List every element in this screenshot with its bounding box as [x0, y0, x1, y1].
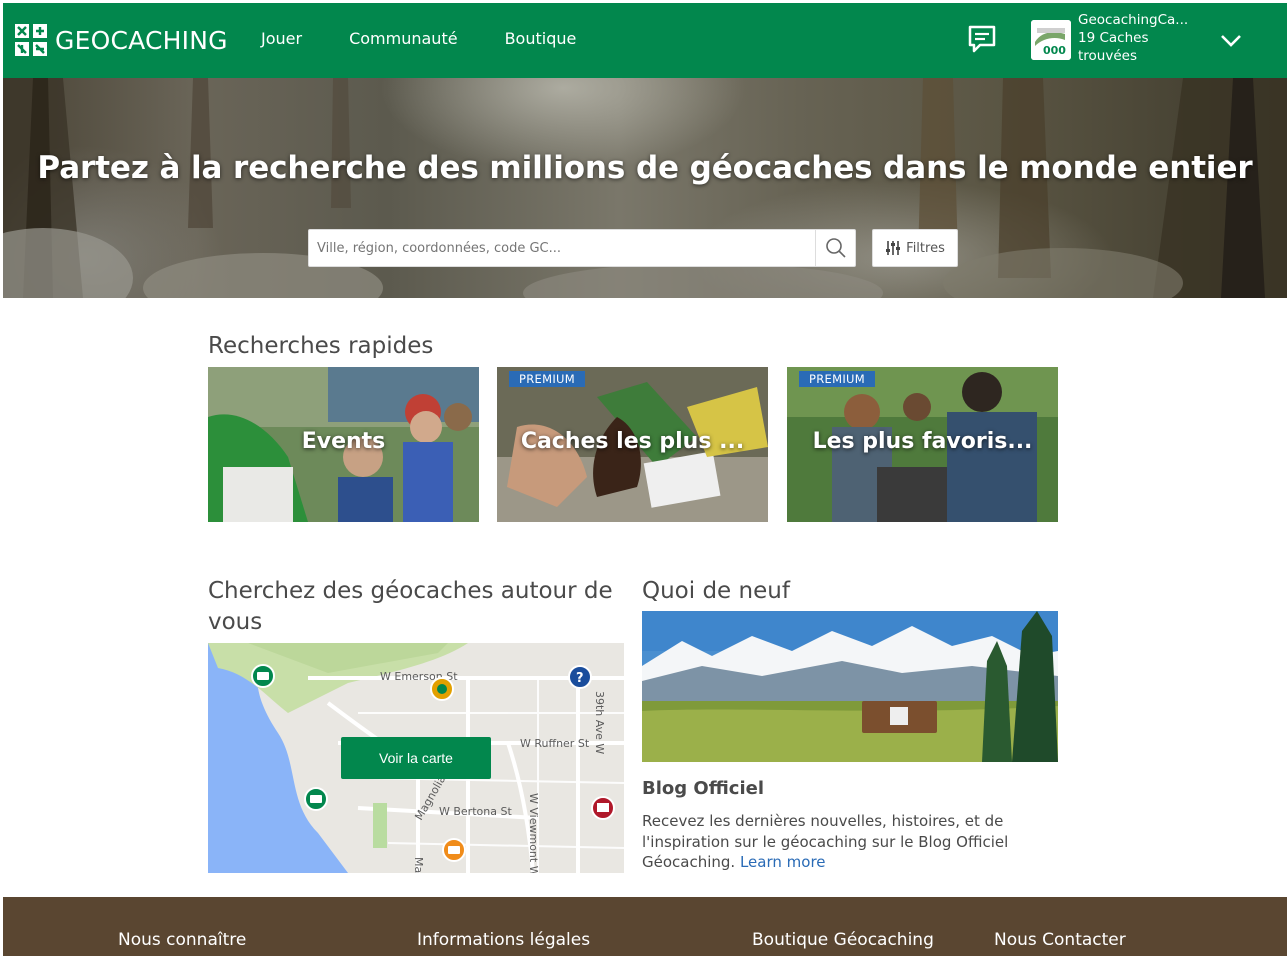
svg-text:?: ? — [576, 671, 584, 686]
quick-search-title: Recherches rapides — [208, 333, 434, 359]
premium-badge: PREMIUM — [799, 371, 875, 387]
hero-banner: Partez à la recherche des millions de gé… — [3, 78, 1287, 298]
quick-card-most-found[interactable]: PREMIUM Caches les plus ... — [497, 367, 768, 522]
avatar-image: 000 — [1031, 20, 1071, 60]
footer-link-about[interactable]: Nous connaître — [118, 930, 246, 950]
premium-badge: PREMIUM — [509, 371, 585, 387]
quick-card-most-favorited[interactable]: PREMIUM Les plus favoris... — [787, 367, 1058, 522]
map-street-label: W Ruffner St — [520, 737, 590, 750]
filters-button[interactable]: Filtres — [872, 229, 958, 267]
footer-link-shop[interactable]: Boutique Géocaching — [752, 930, 934, 950]
user-finds-label: trouvées — [1078, 48, 1137, 64]
search-input[interactable] — [309, 230, 814, 266]
message-icon[interactable] — [966, 23, 998, 55]
main-nav: Jouer Communauté Boutique — [261, 29, 623, 48]
news-title: Quoi de neuf — [642, 578, 790, 604]
footer: Nous connaître Informations légales Bout… — [3, 897, 1287, 956]
event-cache-icon — [591, 796, 615, 820]
avatar[interactable]: 000 — [1031, 20, 1071, 60]
nearby-map[interactable]: W Emerson St W Ruffner St W Bertona St 3… — [208, 643, 624, 873]
filters-label: Filtres — [906, 240, 945, 256]
footer-link-legal[interactable]: Informations légales — [417, 930, 590, 950]
card-label: Caches les plus ... — [520, 429, 745, 454]
user-finds: 19 Caches — [1078, 30, 1149, 46]
card-label: Events — [301, 429, 386, 454]
user-name: GeocachingCa... — [1078, 12, 1189, 28]
quick-card-events[interactable]: Events — [208, 367, 479, 522]
chevron-down-icon[interactable] — [1218, 27, 1244, 53]
mystery-cache-icon: ? — [568, 665, 592, 689]
top-nav-bar: GEOCACHING Jouer Communauté Boutique 000… — [3, 3, 1287, 78]
nav-jouer[interactable]: Jouer — [261, 29, 302, 48]
cache-marker-icon — [251, 664, 275, 688]
blog-title[interactable]: Blog Officiel — [642, 778, 764, 799]
sliders-icon — [886, 241, 901, 255]
blog-image[interactable] — [642, 611, 1058, 762]
view-map-button[interactable]: Voir la carte — [341, 737, 491, 779]
multi-cache-icon — [430, 677, 454, 701]
search-button[interactable] — [815, 230, 855, 266]
cache-marker-icon — [304, 787, 328, 811]
map-street-label: Ma — [412, 857, 425, 873]
search-box — [308, 229, 856, 267]
svg-text:000: 000 — [1043, 44, 1066, 57]
search-icon — [825, 238, 846, 258]
nav-communaute[interactable]: Communauté — [349, 29, 457, 48]
learn-more-link[interactable]: Learn more — [740, 853, 826, 871]
nearby-title: Cherchez des géocaches autour de vous — [208, 578, 613, 635]
mountain-meadow-photo — [642, 611, 1058, 762]
footer-link-contact[interactable]: Nous Contacter — [994, 930, 1126, 950]
earthcache-icon — [442, 838, 466, 862]
geocaching-logo[interactable]: GEOCACHING — [15, 22, 228, 58]
geocaching-logo-icon — [15, 24, 47, 56]
map-street-label: W Viewmont Wa — [527, 793, 540, 873]
user-info[interactable]: GeocachingCa... 19 Caches trouvées — [1078, 11, 1188, 65]
map-street-label: 39th Ave W — [593, 691, 606, 754]
logo-text: GEOCACHING — [55, 25, 228, 55]
card-label: Les plus favoris... — [812, 429, 1033, 454]
blog-description: Recevez les dernières nouvelles, histoir… — [642, 811, 1042, 873]
nav-boutique[interactable]: Boutique — [505, 29, 577, 48]
map-street-label: W Bertona St — [439, 805, 512, 818]
hero-title: Partez à la recherche des millions de gé… — [37, 150, 1253, 186]
